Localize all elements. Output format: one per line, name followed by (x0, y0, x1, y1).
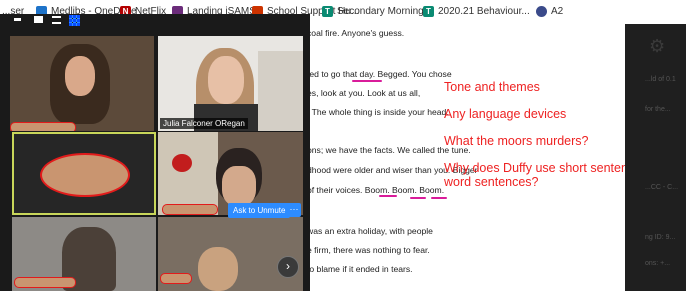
active-speaker-tile[interactable] (12, 132, 156, 215)
panel-text: for the... (645, 106, 671, 113)
bookmark-secondary-morning[interactable]: T Secondary Morning... (322, 6, 432, 17)
doc-line: of their voices. Boom. Boom. Boom. (307, 185, 445, 195)
zoom-toolbar (0, 14, 310, 34)
redacted-name (40, 153, 130, 197)
annotation-moors-murders: What the moors murders? (444, 134, 589, 148)
underline-mark (431, 197, 447, 199)
minimize-icon[interactable] (14, 18, 21, 21)
redacted-name (162, 204, 218, 215)
participant-face (198, 247, 238, 291)
teams-icon: T (322, 6, 333, 17)
participant-tile-julia[interactable]: Julia Falconer ORegan (158, 36, 303, 131)
underline-mark (410, 197, 426, 199)
redacted-name (14, 277, 76, 288)
participant-tile[interactable] (158, 217, 303, 291)
zoom-gallery-window: Julia Falconer ORegan Ask to Unmute ··· … (0, 14, 310, 291)
redacted-name (10, 122, 76, 131)
doc-line: to blame if it ended in tears. (307, 264, 413, 274)
more-options-button[interactable]: ··· (287, 203, 301, 217)
bookmark-behaviour[interactable]: T 2020.21 Behaviour... (423, 6, 530, 17)
speaker-view-icon[interactable] (52, 16, 61, 24)
background-wall (158, 132, 218, 215)
next-page-button[interactable]: › (277, 256, 299, 278)
video-icon[interactable] (34, 16, 43, 23)
redacted-name (160, 273, 192, 284)
underline-mark (379, 195, 397, 197)
participant-tile[interactable] (12, 217, 156, 291)
doc-line: coal fire. Anyone's guess. (307, 28, 405, 38)
participant-face (222, 166, 256, 206)
doc-line: ted to go that day. Begged. You chose (307, 69, 452, 79)
gallery-view-icon[interactable] (69, 15, 80, 26)
ask-to-unmute-button[interactable]: Ask to Unmute (228, 203, 291, 218)
participant-face (208, 56, 244, 104)
doc-line: es, look at you. Look at us all, (307, 88, 421, 98)
annotation-word-sentences: word sentences? (444, 175, 539, 189)
panel-text: ons: +... (645, 260, 671, 267)
flowers (172, 154, 192, 172)
participant-face (65, 56, 95, 96)
participant-name: Julia Falconer ORegan (160, 118, 248, 129)
doc-line: was an extra holiday, with people (307, 226, 433, 236)
doc-line: . The whole thing is inside your head. (307, 107, 449, 117)
panel-text: ...CC - C... (645, 184, 679, 191)
teams-icon: T (423, 6, 434, 17)
underline-mark (352, 80, 382, 82)
panel-text: ng ID: 9... (645, 234, 676, 241)
a2-icon (536, 6, 547, 17)
gear-icon[interactable]: ⚙ (649, 36, 665, 57)
panel-text: ...ld of 0.1 (645, 76, 676, 83)
participant-tile[interactable] (10, 36, 154, 131)
annotation-language-devices: Any language devices (444, 107, 567, 121)
bookmark-a2[interactable]: A2 (536, 6, 563, 17)
background-shelf (258, 51, 303, 131)
doc-line: e firm, there was nothing to fear. (307, 245, 430, 255)
right-side-panel: ⚙ ...ld of 0.1 for the... ...CC - C... n… (625, 24, 686, 291)
annotation-tone-themes: Tone and themes (444, 80, 540, 94)
